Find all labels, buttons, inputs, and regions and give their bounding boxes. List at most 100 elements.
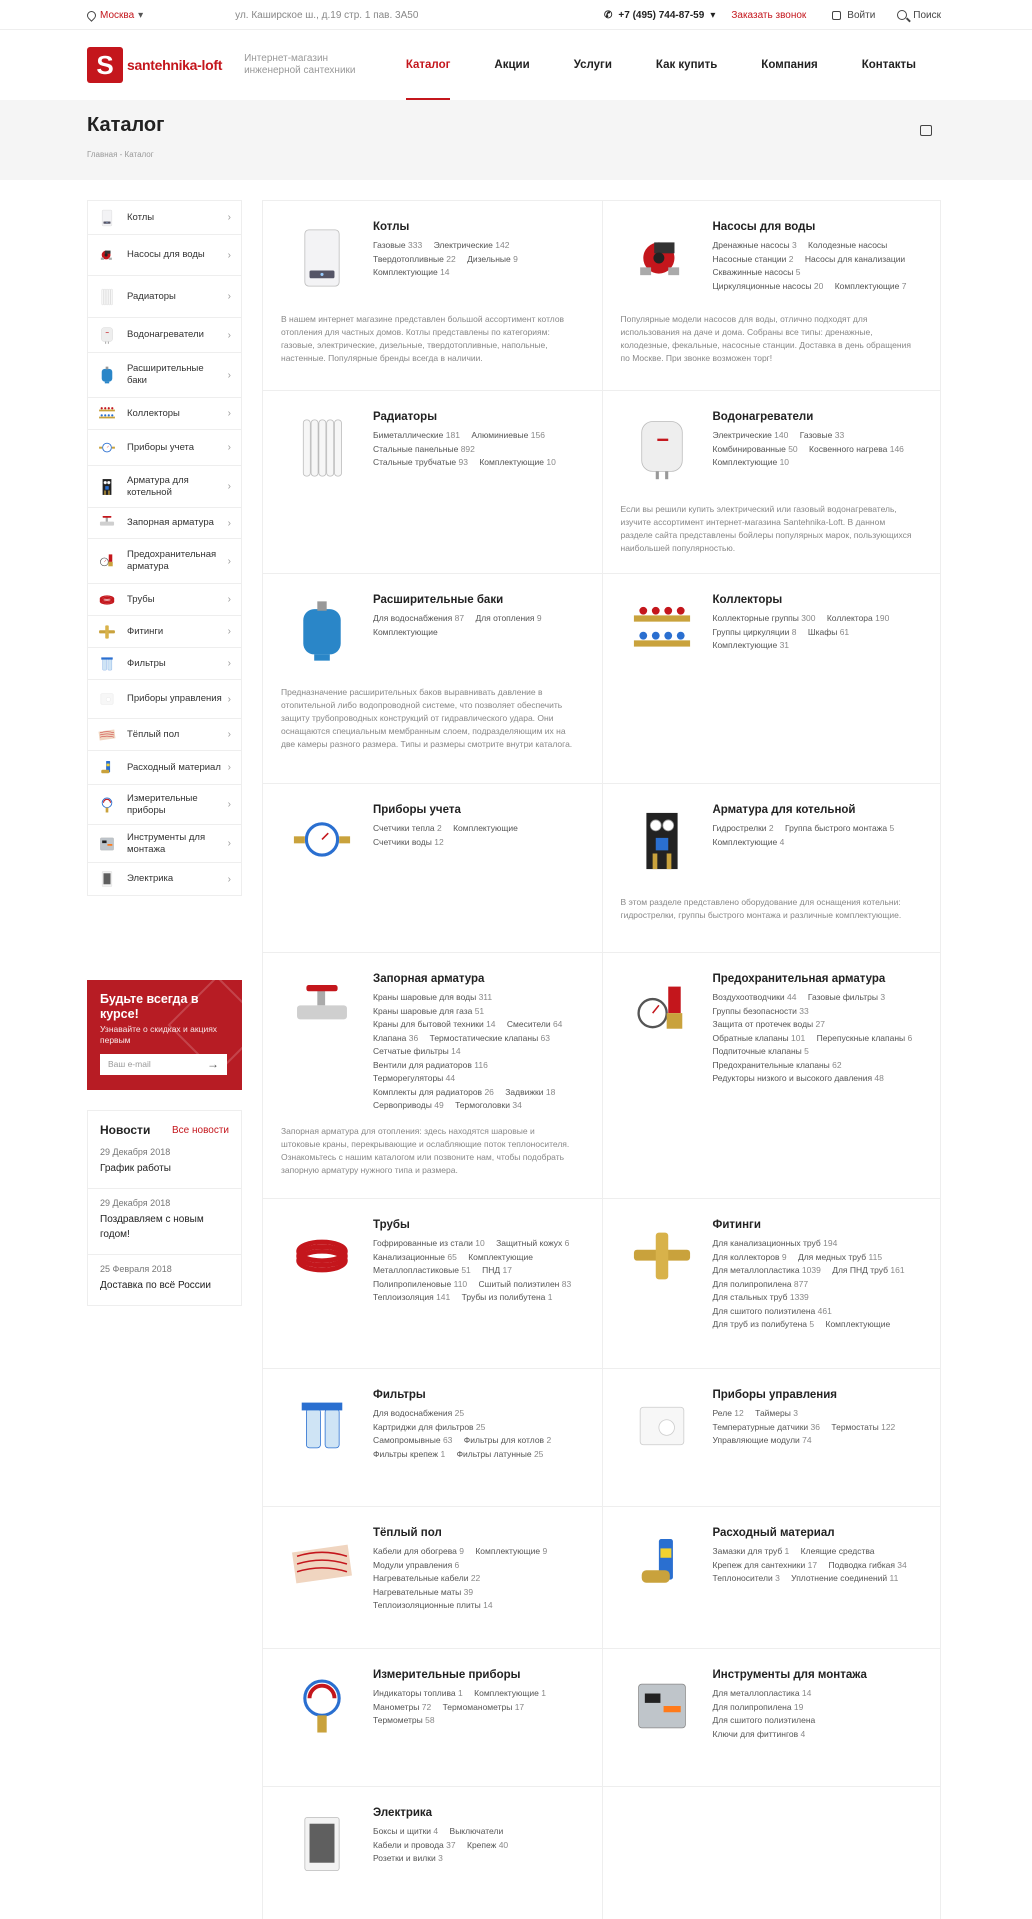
subcategory-link[interactable]: Защитный кожух 6 <box>496 1238 569 1248</box>
subcategory-link[interactable]: Для полипропилена 877 <box>713 1279 809 1289</box>
subcategory-link[interactable]: Комбинированные 50 <box>713 444 798 454</box>
subcategory-link[interactable]: Терморегуляторы 44 <box>373 1073 455 1083</box>
subcategory-link[interactable]: Самопромывные 63 <box>373 1435 452 1445</box>
toolkit-icon[interactable] <box>623 1667 701 1745</box>
pipe-icon[interactable] <box>283 1217 361 1295</box>
subcategory-link[interactable]: Фильтры для котлов 2 <box>464 1435 551 1445</box>
subcategory-link[interactable]: Гофрированные из стали 10 <box>373 1238 485 1248</box>
thermostat-icon[interactable] <box>623 1387 701 1465</box>
news-item[interactable]: 29 Декабря 2018 Поздравляем с новым годом… <box>88 1188 241 1254</box>
subcategory-link[interactable]: Твердотопливные 22 <box>373 254 456 264</box>
subcategory-link[interactable]: Замазки для труб 1 <box>713 1546 790 1556</box>
boiler-fitting-icon[interactable] <box>623 802 701 880</box>
catalog-card-title[interactable]: Предохранительная арматура <box>713 973 923 985</box>
subcategory-link[interactable]: Для стальных труб 1339 <box>713 1292 809 1302</box>
city-selector[interactable]: Москва ▾ <box>85 8 143 22</box>
manifold-icon[interactable] <box>623 592 701 670</box>
sidebar-item[interactable]: Запорная арматура › <box>88 508 241 539</box>
breadcrumb[interactable]: Главная - Каталог <box>87 150 154 159</box>
subcategory-link[interactable]: Для сшитого полиэтилена <box>713 1715 816 1725</box>
subcategory-link[interactable]: Краны шаровые для газа 51 <box>373 1006 484 1016</box>
subcategory-link[interactable]: Насосы для канализации <box>805 254 905 264</box>
subcategory-link[interactable]: Воздухоотводчики 44 <box>713 992 797 1002</box>
subcategory-link[interactable]: Сшитый полиэтилен 83 <box>479 1279 572 1289</box>
subcategory-link[interactable]: Комплектующие 4 <box>713 837 785 847</box>
water-meter-icon[interactable] <box>283 802 361 880</box>
radiator-icon[interactable] <box>283 409 361 487</box>
search-link[interactable]: Поиск <box>897 10 941 21</box>
subcategory-link[interactable]: Для ПНД труб 161 <box>832 1265 904 1275</box>
subcategory-link[interactable]: Картриджи для фильтров 25 <box>373 1422 485 1432</box>
sidebar-item[interactable]: Трубы › <box>88 584 241 616</box>
subcategory-link[interactable]: Комплектующие 1 <box>474 1688 546 1698</box>
subcategory-link[interactable]: Металлопластиковые 51 <box>373 1265 471 1275</box>
subcategory-link[interactable]: Редукторы низкого и высокого давления 48 <box>713 1073 884 1083</box>
subcategory-link[interactable]: Модули управления 6 <box>373 1560 459 1570</box>
subcategory-link[interactable]: Полипропиленовые 110 <box>373 1279 467 1289</box>
subcategory-link[interactable]: Теплоносители 3 <box>713 1573 780 1583</box>
subcategory-link[interactable]: Комплектующие 7 <box>835 281 907 291</box>
subcategory-link[interactable]: Манометры 72 <box>373 1702 431 1712</box>
subcategory-link[interactable]: Выключатели <box>450 1826 504 1836</box>
catalog-card-title[interactable]: Трубы <box>373 1219 584 1231</box>
subcategory-link[interactable]: Ключи для фиттингов 4 <box>713 1729 806 1739</box>
catalog-card-title[interactable]: Расходный материал <box>713 1527 923 1539</box>
subcategory-link[interactable]: Комплектующие 10 <box>713 457 790 467</box>
sidebar-item[interactable]: Фильтры › <box>88 648 241 680</box>
subcategory-link[interactable]: Термостатические клапаны 63 <box>430 1033 550 1043</box>
sidebar-item[interactable]: Фитинги › <box>88 616 241 648</box>
floor-heating-icon[interactable] <box>283 1525 361 1603</box>
subcategory-link[interactable]: Группа быстрого монтажа 5 <box>785 823 894 833</box>
subcategory-link[interactable]: Для полипропилена 19 <box>713 1702 804 1712</box>
subcategory-link[interactable]: Комплекты для радиаторов 26 <box>373 1087 494 1097</box>
sidebar-item[interactable]: Электрика › <box>88 863 241 895</box>
subcategory-link[interactable]: Клапана 36 <box>373 1033 418 1043</box>
subcategory-link[interactable]: Сервоприводы 49 <box>373 1100 444 1110</box>
nav-how-to-buy[interactable]: Как купить <box>634 30 739 100</box>
subcategory-link[interactable]: Таймеры 3 <box>755 1408 798 1418</box>
subcategory-link[interactable]: Кабели для обогрева 9 <box>373 1546 464 1556</box>
sidebar-item[interactable]: Измерительные приборы › <box>88 785 241 825</box>
sidebar-item[interactable]: Котлы › <box>88 201 241 235</box>
subcategory-link[interactable]: Алюминиевые 156 <box>471 430 545 440</box>
subcategory-link[interactable]: Газовые 333 <box>373 240 422 250</box>
news-item-title[interactable]: График работы <box>100 1161 229 1176</box>
subcategory-link[interactable]: ПНД 17 <box>482 1265 512 1275</box>
subcategory-link[interactable]: Нагревательные кабели 22 <box>373 1573 480 1583</box>
email-input[interactable]: Ваш e-mail → <box>100 1054 227 1075</box>
news-item[interactable]: 25 Февраля 2018 Доставка по всё России <box>88 1254 241 1305</box>
subcategory-link[interactable]: Группы циркуляции 8 <box>713 627 797 637</box>
consumables-icon[interactable] <box>623 1525 701 1603</box>
subcategory-link[interactable]: Фильтры латунные 25 <box>457 1449 544 1459</box>
catalog-card-title[interactable]: Водонагреватели <box>713 411 923 423</box>
catalog-card-title[interactable]: Запорная арматура <box>373 973 584 985</box>
subcategory-link[interactable]: Защита от протечек воды 27 <box>713 1019 826 1029</box>
subcategory-link[interactable]: Перепускные клапаны 6 <box>817 1033 913 1043</box>
catalog-card-title[interactable]: Фитинги <box>713 1219 923 1231</box>
subcategory-link[interactable]: Предохранительные клапаны 62 <box>713 1060 842 1070</box>
subcategory-link[interactable]: Боксы и щитки 4 <box>373 1826 438 1836</box>
subcategory-link[interactable]: Для отопления 9 <box>475 613 541 623</box>
sidebar-item[interactable]: Расширительные баки › <box>88 353 241 398</box>
subcategory-link[interactable]: Трубы из полибутена 1 <box>462 1292 553 1302</box>
subcategory-link[interactable]: Смесители 64 <box>507 1019 563 1029</box>
subcategory-link[interactable]: Нагревательные маты 39 <box>373 1587 473 1597</box>
catalog-card-title[interactable]: Инструменты для монтажа <box>713 1669 923 1681</box>
catalog-card-title[interactable]: Коллекторы <box>713 594 923 606</box>
print-icon[interactable] <box>920 125 932 136</box>
subcategory-link[interactable]: Комплектующие 14 <box>373 267 450 277</box>
nav-promotions[interactable]: Акции <box>472 30 551 100</box>
subcategory-link[interactable]: Электрические 140 <box>713 430 789 440</box>
expansion-tank-icon[interactable] <box>283 592 361 670</box>
subcategory-link[interactable]: Для медных труб 115 <box>798 1252 882 1262</box>
subcategory-link[interactable]: Теплоизоляция 141 <box>373 1292 450 1302</box>
sidebar-item[interactable]: Приборы учета › <box>88 430 241 466</box>
fitting-icon[interactable] <box>623 1217 701 1295</box>
subcategory-link[interactable]: Дренажные насосы 3 <box>713 240 797 250</box>
sidebar-item[interactable]: Насосы для воды › <box>88 235 241 276</box>
subcategory-link[interactable]: Дизельные 9 <box>467 254 518 264</box>
valve-icon[interactable] <box>283 971 361 1049</box>
boiler-icon[interactable] <box>283 219 361 297</box>
catalog-card-title[interactable]: Насосы для воды <box>713 221 923 233</box>
subcategory-link[interactable]: Кабели и провода 37 <box>373 1840 456 1850</box>
